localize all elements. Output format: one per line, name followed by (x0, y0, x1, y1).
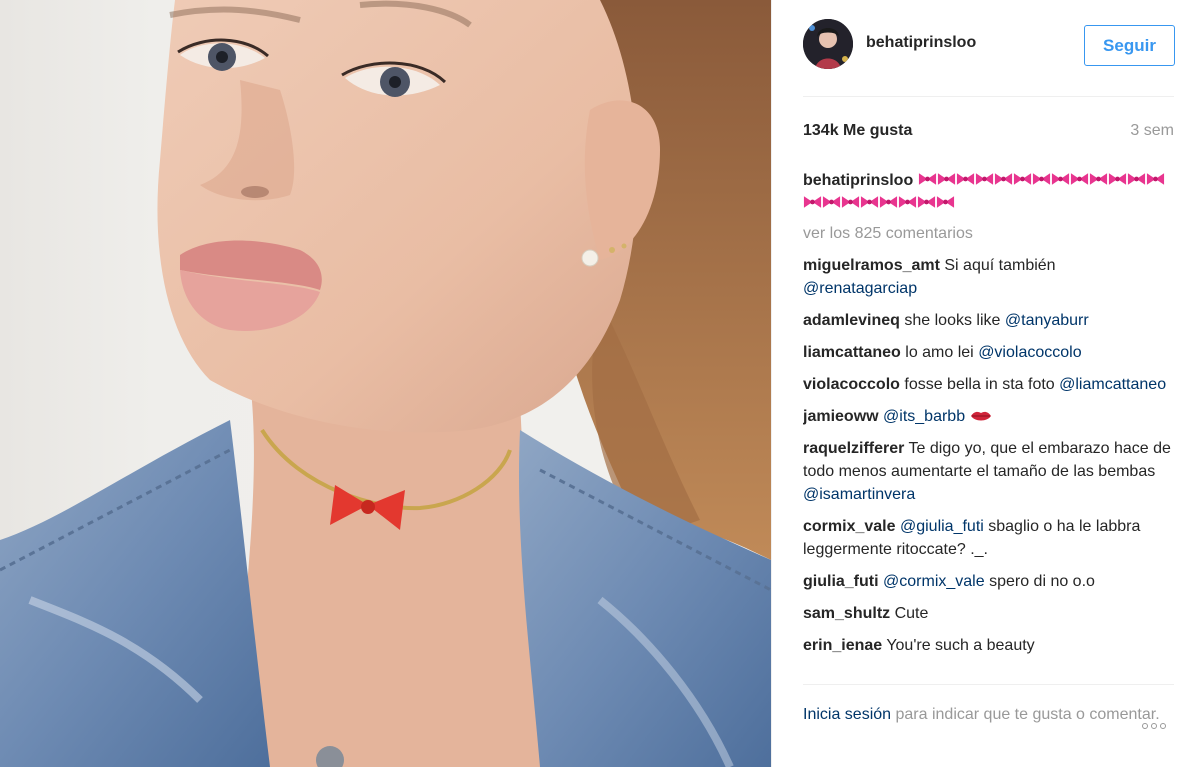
selfie-illustration (0, 0, 771, 767)
post-author-username[interactable]: behatiprinsloo (866, 34, 976, 52)
comment-mention[interactable]: @isamartinvera (803, 486, 915, 503)
comment-item: sam_shultz Cute (803, 602, 1174, 625)
comment-username[interactable]: miguelramos_amt (803, 257, 940, 274)
ribbon-icon (956, 173, 974, 185)
post-header: behatiprinsloo Seguir (772, 0, 1200, 96)
ribbon-icon (822, 196, 841, 208)
ribbon-icon (1032, 173, 1050, 185)
comment-text: she looks like (899, 312, 1005, 329)
dot-icon (1160, 723, 1166, 729)
ribbon-icon (1108, 173, 1126, 185)
comment-item: giulia_futi @cormix_vale spero di no o.o (803, 570, 1174, 593)
ribbon-icon (841, 196, 860, 208)
ribbon-icon (879, 196, 898, 208)
avatar-image (803, 19, 853, 69)
ribbon-icon (1051, 173, 1069, 185)
ribbon-icon (1146, 173, 1164, 185)
ribbon-icon (975, 173, 993, 185)
comment-username[interactable]: cormix_vale (803, 518, 896, 535)
comment-mention[interactable]: @giulia_futi (900, 518, 984, 535)
ribbon-icon (1070, 173, 1088, 185)
dot-icon (1142, 723, 1148, 729)
ribbon-icon (860, 196, 879, 208)
dot-icon (1151, 723, 1157, 729)
comment-username[interactable]: giulia_futi (803, 573, 879, 590)
comment-item: miguelramos_amt Si aquí también @renatag… (803, 254, 1174, 300)
avatar[interactable] (803, 19, 853, 69)
login-link[interactable]: Inicia sesión (803, 706, 891, 723)
comment-text: lo amo lei (900, 344, 979, 361)
caption-username[interactable]: behatiprinsloo (803, 172, 913, 189)
comment-text-after: spero di no o.o (984, 573, 1095, 590)
post-caption: behatiprinsloo (803, 169, 1174, 215)
follow-button[interactable]: Seguir (1084, 25, 1175, 66)
ribbon-icon (803, 196, 822, 208)
comment-mention[interactable]: @tanyaburr (1005, 312, 1089, 329)
comment-username[interactable]: jamieoww (803, 408, 879, 425)
post-side-panel: behatiprinsloo Seguir 134k Me gusta 3 se… (771, 0, 1200, 767)
ribbon-icon (918, 173, 936, 185)
comment-text: You're such a beauty (882, 637, 1035, 654)
post-time-ago[interactable]: 3 sem (1130, 122, 1174, 140)
comment-mention[interactable]: @cormix_vale (883, 573, 985, 590)
comment-item: raquelzifferer Te digo yo, que el embara… (803, 437, 1174, 506)
view-all-comments-link[interactable]: ver los 825 comentarios (803, 222, 1174, 245)
comment-username[interactable]: violacoccolo (803, 376, 900, 393)
ribbon-icon (936, 196, 955, 208)
login-prompt: Inicia sesión para indicar que te gusta … (803, 703, 1174, 727)
footer-divider (803, 684, 1174, 685)
comment-username[interactable]: liamcattaneo (803, 344, 901, 361)
comment-username[interactable]: raquelzifferer (803, 440, 904, 457)
header-divider (803, 96, 1174, 97)
ribbon-icon (1013, 173, 1031, 185)
lips-icon (970, 411, 991, 421)
comment-text: fosse bella in sta foto (899, 376, 1060, 393)
comments-list[interactable]: behatiprinsloo ver los 825 comentarios m… (803, 169, 1174, 680)
ribbon-icon (898, 196, 917, 208)
comment-mention[interactable]: @renatagarciap (803, 280, 917, 297)
ribbon-icon (994, 173, 1012, 185)
comment-username[interactable]: erin_ienae (803, 637, 882, 654)
comment-item: adamlevineq she looks like @tanyaburr (803, 309, 1174, 332)
ribbon-icon (1089, 173, 1107, 185)
comment-item: jamieoww @its_barbb (803, 405, 1174, 428)
instagram-post: behatiprinsloo Seguir 134k Me gusta 3 se… (0, 0, 1200, 767)
ribbon-icon (937, 173, 955, 185)
comment-item: cormix_vale @giulia_futi sbaglio o ha le… (803, 515, 1174, 561)
ribbon-icon (917, 196, 936, 208)
comment-mention[interactable]: @its_barbb (883, 408, 965, 425)
comment-item: erin_ienae You're such a beauty (803, 634, 1174, 657)
login-prompt-text: para indicar que te gusta o comentar. (891, 706, 1160, 723)
more-options-button[interactable] (1142, 716, 1178, 736)
ribbon-icon (1127, 173, 1145, 185)
comment-item: violacoccolo fosse bella in sta foto @li… (803, 373, 1174, 396)
comment-text: Si aquí también (939, 257, 1056, 274)
comment-item: liamcattaneo lo amo lei @violacoccolo (803, 341, 1174, 364)
comment-mention[interactable]: @violacoccolo (978, 344, 1081, 361)
likes-count[interactable]: 134k Me gusta (803, 122, 912, 140)
comment-username[interactable]: adamlevineq (803, 312, 900, 329)
comment-username[interactable]: sam_shultz (803, 605, 890, 622)
comment-mention[interactable]: @liamcattaneo (1059, 376, 1166, 393)
comment-items: miguelramos_amt Si aquí también @renatag… (803, 254, 1174, 657)
comment-text: Cute (890, 605, 929, 622)
post-photo[interactable] (0, 0, 771, 767)
likes-row: 134k Me gusta 3 sem (803, 122, 1174, 144)
